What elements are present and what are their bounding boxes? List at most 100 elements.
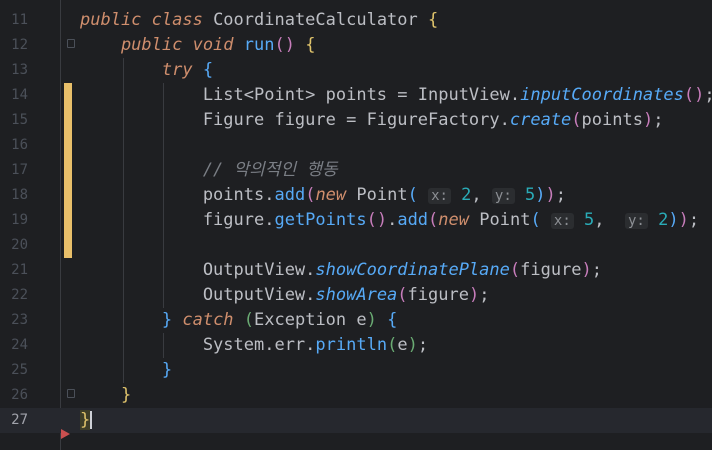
code-token: ( bbox=[387, 335, 398, 355]
code-token: figure. bbox=[80, 210, 275, 230]
code-line[interactable]: 27} bbox=[0, 408, 712, 433]
code-token: ) bbox=[366, 310, 388, 330]
code-line[interactable]: 13 try { bbox=[0, 58, 712, 83]
code-line[interactable]: 19 figure.getPoints().add(new Point( x: … bbox=[0, 208, 712, 233]
line-number: 17 bbox=[11, 162, 28, 178]
code-token: () bbox=[274, 35, 306, 55]
code-token: ) bbox=[535, 185, 546, 205]
parameter-hint: x: bbox=[550, 213, 574, 229]
line-number: 16 bbox=[11, 137, 28, 153]
code-line[interactable]: 24 System.err.println(e); bbox=[0, 333, 712, 358]
code-token: ; bbox=[653, 110, 664, 130]
execution-point-arrow-icon[interactable] bbox=[61, 429, 70, 439]
code-token: Exception e bbox=[254, 310, 367, 330]
line-number: 12 bbox=[11, 37, 28, 53]
code-line[interactable]: 12 public void run() { bbox=[0, 33, 712, 58]
code-token: ( bbox=[571, 110, 582, 130]
code-token: public class bbox=[80, 10, 214, 30]
code-token: ; bbox=[417, 335, 429, 355]
code-token: add bbox=[397, 210, 429, 230]
fold-marker-icon[interactable] bbox=[67, 39, 75, 48]
code-token: 2 bbox=[658, 210, 669, 230]
code-line[interactable]: 20 bbox=[0, 233, 712, 258]
code-token: run bbox=[243, 35, 275, 55]
code-token: , bbox=[471, 185, 492, 205]
code-token: ) bbox=[581, 260, 592, 280]
code-line[interactable]: 23 } catch (Exception e) { bbox=[0, 308, 712, 333]
line-number: 14 bbox=[11, 87, 28, 103]
code-token: e bbox=[397, 335, 408, 355]
code-token: new bbox=[438, 210, 480, 230]
code-token: create bbox=[509, 110, 572, 130]
code-text: Figure figure = FigureFactory.create(poi… bbox=[80, 108, 664, 133]
code-token: OutputView. bbox=[80, 285, 316, 305]
fold-marker-icon[interactable] bbox=[67, 389, 75, 398]
code-token: () bbox=[366, 210, 388, 230]
code-text: } bbox=[80, 383, 131, 408]
line-number: 23 bbox=[11, 312, 28, 328]
code-token: catch bbox=[182, 310, 244, 330]
code-line[interactable]: 17 // 악의적인 행동 bbox=[0, 158, 712, 183]
code-line[interactable]: 26 } bbox=[0, 383, 712, 408]
code-token: ) bbox=[642, 110, 654, 130]
code-token: new bbox=[315, 185, 357, 205]
line-number: 25 bbox=[11, 362, 28, 378]
code-token: ( bbox=[243, 310, 255, 330]
code-token: public void bbox=[80, 35, 244, 55]
code-token: figure bbox=[520, 260, 582, 280]
code-token: figure bbox=[407, 285, 469, 305]
code-line[interactable]: 18 points.add(new Point( x: 2, y: 5)); bbox=[0, 183, 712, 208]
code-token: inputCoordinates bbox=[520, 85, 684, 105]
code-token: ( bbox=[397, 285, 408, 305]
code-text: try { bbox=[80, 58, 213, 83]
code-token: showArea bbox=[315, 285, 398, 305]
code-token: ) bbox=[407, 335, 418, 355]
code-token: ( bbox=[530, 210, 551, 230]
code-token: System.err. bbox=[80, 335, 316, 355]
code-token: OutputView. bbox=[80, 260, 316, 280]
line-number: 20 bbox=[11, 237, 28, 253]
code-text: List<Point> points = InputView.inputCoor… bbox=[80, 83, 712, 108]
code-text: public void run() { bbox=[80, 33, 316, 58]
code-line[interactable]: 22 OutputView.showArea(figure); bbox=[0, 283, 712, 308]
code-token: () bbox=[683, 85, 705, 105]
line-number: 18 bbox=[11, 187, 28, 203]
code-token: } bbox=[80, 360, 173, 380]
code-token: showCoordinatePlane bbox=[315, 260, 510, 280]
line-number: 11 bbox=[11, 12, 28, 28]
code-token: ) bbox=[545, 185, 556, 205]
code-token: } bbox=[80, 385, 132, 405]
code-text: } bbox=[80, 358, 172, 383]
code-line[interactable]: 21 OutputView.showCoordinatePlane(figure… bbox=[0, 258, 712, 283]
code-token: } bbox=[80, 410, 91, 430]
code-line[interactable]: 16 bbox=[0, 133, 712, 158]
code-token: , bbox=[594, 210, 625, 230]
line-number: 24 bbox=[11, 337, 28, 353]
code-line[interactable]: 15 Figure figure = FigureFactory.create(… bbox=[0, 108, 712, 133]
code-token: ( bbox=[428, 210, 439, 230]
line-number: 22 bbox=[11, 287, 28, 303]
code-token: getPoints bbox=[274, 210, 367, 230]
code-editor[interactable]: 11 public class CoordinateCalculator {12 … bbox=[0, 0, 712, 450]
code-token: try bbox=[80, 60, 203, 80]
line-number: 15 bbox=[11, 112, 28, 128]
code-token: List<Point> points = InputView. bbox=[80, 85, 521, 105]
line-number: 27 bbox=[11, 412, 28, 428]
code-line[interactable]: 25 } bbox=[0, 358, 712, 383]
code-token: ; bbox=[704, 85, 712, 105]
code-token: { bbox=[387, 310, 398, 330]
code-token: 5 bbox=[525, 185, 536, 205]
line-number: 26 bbox=[11, 387, 28, 403]
code-text: } catch (Exception e) { bbox=[80, 308, 397, 333]
code-line[interactable]: 11 public class CoordinateCalculator { bbox=[0, 8, 712, 33]
code-line[interactable]: 14 List<Point> points = InputView.inputC… bbox=[0, 83, 712, 108]
line-number: 13 bbox=[11, 62, 28, 78]
text-caret bbox=[90, 411, 93, 429]
parameter-hint: y: bbox=[625, 213, 648, 229]
code-token: ; bbox=[555, 185, 567, 205]
code-token: { bbox=[305, 35, 316, 55]
code-token: { bbox=[202, 60, 214, 80]
code-token: points bbox=[581, 110, 643, 130]
